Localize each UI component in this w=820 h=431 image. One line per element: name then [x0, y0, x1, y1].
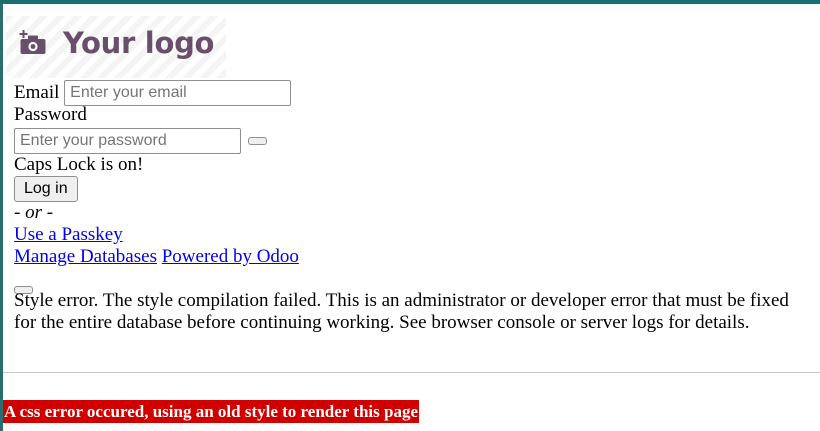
- login-button[interactable]: Log in: [14, 176, 78, 202]
- or-separator: - or -: [14, 202, 54, 223]
- css-error-banner: A css error occured, using an old style …: [3, 400, 419, 423]
- camera-plus-icon: [18, 30, 48, 62]
- password-input[interactable]: [14, 128, 241, 154]
- logo: Your logo: [6, 16, 226, 78]
- email-row: Email: [14, 80, 292, 106]
- password-label: Password: [14, 104, 87, 125]
- style-error-message: Style error. The style compilation faile…: [14, 290, 789, 333]
- email-input[interactable]: [64, 80, 292, 106]
- logo-text: Your logo: [63, 26, 215, 60]
- divider: [3, 372, 820, 373]
- passkey-row: Use a Passkey: [14, 224, 123, 246]
- password-row: [14, 128, 267, 154]
- caps-lock-warning: Caps Lock is on!: [14, 154, 144, 175]
- use-passkey-link[interactable]: Use a Passkey: [14, 224, 123, 245]
- email-label: Email: [14, 82, 60, 103]
- manage-databases-link[interactable]: Manage Databases: [14, 246, 157, 267]
- powered-by-odoo-link[interactable]: Powered by Odoo: [162, 246, 299, 267]
- login-button-row: Log in: [14, 176, 78, 202]
- footer-links: Manage Databases Powered by Odoo: [14, 246, 299, 268]
- show-password-button[interactable]: [247, 137, 267, 145]
- login-page: Your logo Email Password Caps Lock is on…: [3, 4, 820, 431]
